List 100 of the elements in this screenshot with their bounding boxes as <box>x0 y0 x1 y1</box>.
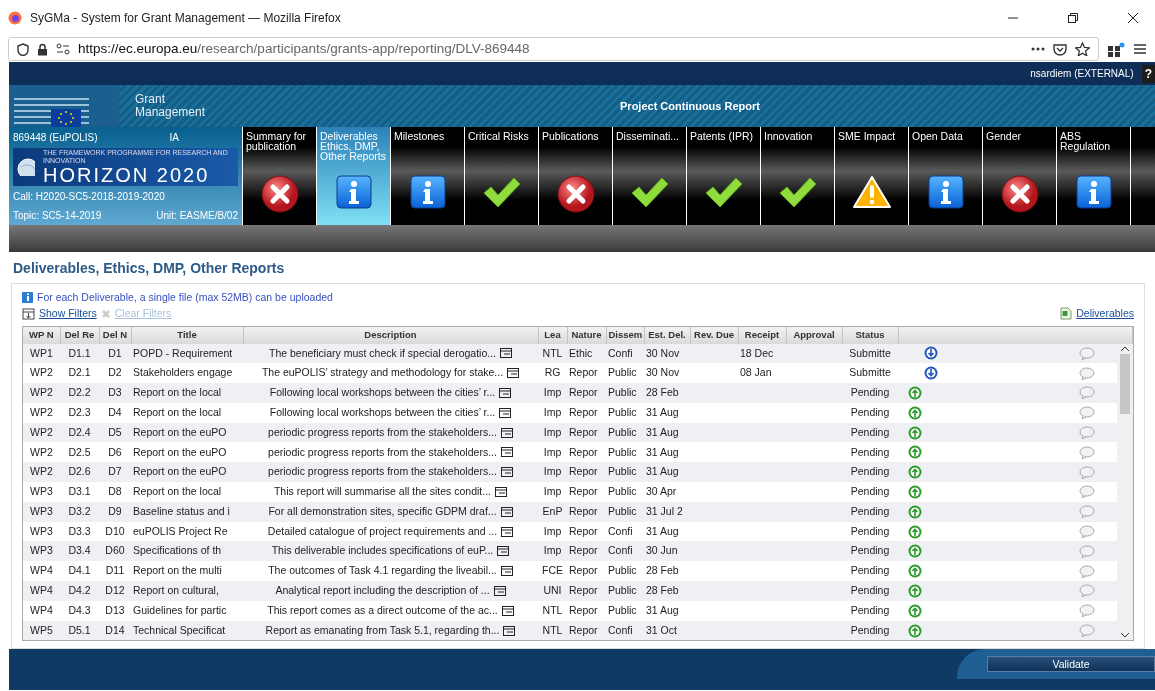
tab[interactable]: Publications <box>539 127 612 225</box>
column-header[interactable]: Nature <box>567 326 606 344</box>
scrollbar[interactable] <box>1117 343 1133 641</box>
upload-icon[interactable] <box>908 603 922 618</box>
table-cell-text: Detailed catalogue of project requirements and ... <box>267 523 498 539</box>
spreadsheet-icon[interactable] <box>1060 307 1073 321</box>
user-name[interactable]: nsardiem (EXTERNAL) <box>1030 66 1134 81</box>
column-header[interactable]: Del Re <box>60 326 99 344</box>
table-cell: Report on the euPO <box>133 445 227 458</box>
more-icon[interactable] <box>1031 47 1045 51</box>
permissions-icon[interactable] <box>56 43 70 55</box>
comment-icon[interactable] <box>1079 485 1095 499</box>
upload-icon[interactable] <box>908 524 922 539</box>
upload-icon[interactable] <box>908 544 922 559</box>
tab[interactable]: Critical Risks <box>465 127 538 225</box>
tab[interactable]: Innovation <box>761 127 834 225</box>
table-cell: D8 <box>108 485 122 498</box>
column-header[interactable]: Dissem <box>606 326 644 344</box>
upload-icon[interactable] <box>908 564 922 579</box>
comment-icon[interactable] <box>1079 366 1095 380</box>
table-cell: D2.1 <box>68 366 91 379</box>
tab[interactable]: Open Data <box>909 127 982 225</box>
upload-icon[interactable] <box>908 386 922 400</box>
shield-icon[interactable] <box>17 42 29 56</box>
table-cell: Confi <box>608 544 633 557</box>
window-icon[interactable] <box>493 585 506 596</box>
table-cell: D13 <box>105 603 125 616</box>
window-icon[interactable] <box>500 427 513 438</box>
extensions-icon[interactable] <box>1107 41 1125 57</box>
tab[interactable]: Disseminati... <box>613 127 686 225</box>
close-icon[interactable] <box>1127 12 1139 24</box>
download-icon[interactable] <box>924 366 938 381</box>
comment-icon[interactable] <box>1079 445 1095 459</box>
validate-button[interactable]: Validate <box>987 655 1155 672</box>
help-button[interactable]: ? <box>1141 64 1155 83</box>
window-icon[interactable] <box>501 526 514 537</box>
url-field[interactable]: https://ec.europa.eu/research/participants/grants-app/reporting/DLV-869448 <box>8 37 1099 61</box>
table-cell: Repor <box>569 584 598 597</box>
window-icon[interactable] <box>500 447 513 458</box>
table-cell: NTL <box>542 623 563 636</box>
tab[interactable]: Deliverables Ethics, DMP, Other Reports <box>317 127 390 225</box>
window-icon[interactable] <box>507 368 520 379</box>
table-cell: WP2 <box>30 445 53 458</box>
column-header[interactable]: Rev. Due <box>690 326 738 344</box>
filter-icon[interactable] <box>22 307 35 320</box>
lock-icon[interactable] <box>37 42 48 56</box>
star-icon[interactable] <box>1075 42 1090 56</box>
upload-icon[interactable] <box>908 405 922 420</box>
window-icon[interactable] <box>501 605 514 616</box>
table-cell: 30 Nov <box>646 366 680 379</box>
upload-icon[interactable] <box>908 623 922 638</box>
upload-icon[interactable] <box>908 484 922 499</box>
window-icon[interactable] <box>497 546 510 557</box>
column-header[interactable]: WP N <box>23 326 60 344</box>
tab[interactable]: Gender <box>983 127 1056 225</box>
tab[interactable]: Milestones <box>391 127 464 225</box>
window-icon[interactable] <box>499 388 512 398</box>
window-icon[interactable] <box>500 348 512 359</box>
clear-icon <box>100 308 111 319</box>
download-icon[interactable] <box>924 346 938 361</box>
window-icon[interactable] <box>503 625 516 636</box>
table-cell: Imp <box>543 425 562 438</box>
column-header[interactable]: Del N <box>99 326 131 344</box>
link[interactable]: Show Filters <box>39 305 97 322</box>
column-header[interactable]: Title <box>131 326 243 344</box>
scrollbar-thumb[interactable] <box>1120 353 1130 414</box>
column-header[interactable]: Est. Del. <box>644 326 690 344</box>
upload-icon[interactable] <box>908 583 922 598</box>
tab[interactable]: Summary for publication <box>243 127 316 225</box>
window-icon[interactable] <box>495 486 508 497</box>
table-cell: Confi <box>608 623 633 636</box>
upload-icon[interactable] <box>908 504 922 519</box>
restore-icon[interactable] <box>1067 12 1079 24</box>
info-icon <box>22 292 33 304</box>
table-cell: Public <box>608 465 637 478</box>
table-cell: WP4 <box>30 603 53 616</box>
menu-icon[interactable] <box>1133 43 1147 55</box>
table-cell: WP1 <box>30 346 53 359</box>
column-header[interactable]: Receipt <box>738 326 786 344</box>
comment-icon[interactable] <box>1079 564 1095 578</box>
column-header[interactable]: Lea <box>538 326 567 344</box>
pocket-icon[interactable] <box>1053 42 1067 56</box>
upload-icon[interactable] <box>908 425 922 440</box>
comment-icon[interactable] <box>1079 604 1095 618</box>
upload-icon[interactable] <box>908 465 922 480</box>
comment-icon[interactable] <box>1079 525 1095 539</box>
column-header[interactable]: Status <box>842 326 898 344</box>
tab[interactable]: Patents (IPR) <box>687 127 760 225</box>
column-header[interactable]: Approval <box>786 326 842 344</box>
window-icon[interactable] <box>500 506 513 517</box>
column-header[interactable]: Description <box>243 326 538 344</box>
tab[interactable]: SME Impact <box>835 127 908 225</box>
upload-icon[interactable] <box>908 445 922 460</box>
window-icon[interactable] <box>500 566 513 577</box>
tab[interactable]: ABS Regulation <box>1057 127 1130 225</box>
export-link[interactable]: Deliverables <box>1076 305 1134 322</box>
window-icon[interactable] <box>500 467 513 478</box>
table-cell: Public <box>608 603 637 616</box>
window-icon[interactable] <box>499 407 512 418</box>
comment-icon[interactable] <box>1079 406 1095 420</box>
